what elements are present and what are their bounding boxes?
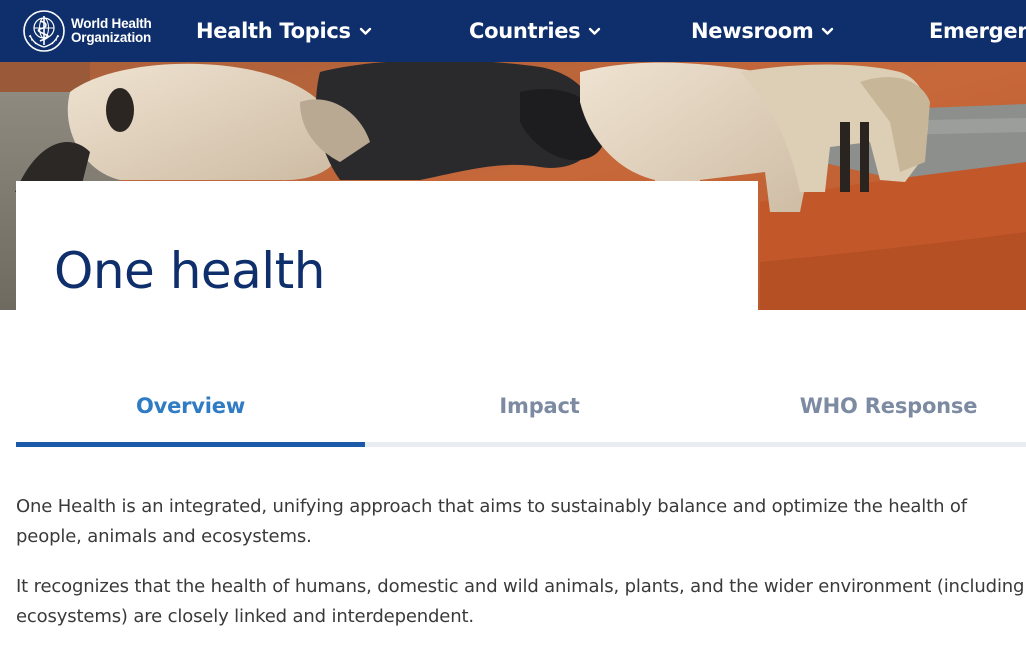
who-emblem-icon bbox=[23, 10, 65, 52]
second-paragraph: It recognizes that the health of humans,… bbox=[16, 576, 1025, 627]
brand-line-1: World Health bbox=[71, 16, 152, 31]
nav-newsroom[interactable]: Newsroom bbox=[691, 0, 834, 62]
tab-overview-label: Overview bbox=[135, 394, 246, 418]
nav-emergencies-label: Emergen bbox=[929, 19, 1026, 43]
who-wordmark: World Health Organization bbox=[71, 17, 152, 45]
tab-impact-label: Impact bbox=[499, 394, 580, 418]
chevron-down-icon bbox=[359, 27, 371, 35]
tab-overview[interactable]: Overview bbox=[16, 370, 365, 442]
page-title-card: One health bbox=[16, 181, 758, 311]
top-navigation-bar: World Health Organization Health Topics … bbox=[0, 0, 1026, 62]
section-tabs: Overview Impact WHO Response bbox=[16, 370, 1026, 448]
overview-content: One Health is an integrated, unifying ap… bbox=[16, 492, 1026, 652]
page-title: One health bbox=[54, 242, 325, 300]
nav-countries-label: Countries bbox=[469, 19, 581, 43]
nav-emergencies[interactable]: Emergen bbox=[929, 0, 1026, 62]
nav-health-topics-label: Health Topics bbox=[196, 19, 351, 43]
nav-countries[interactable]: Countries bbox=[469, 0, 601, 62]
tab-who-response-label: WHO Response bbox=[799, 394, 978, 418]
chevron-down-icon bbox=[822, 27, 834, 35]
nav-health-topics[interactable]: Health Topics bbox=[196, 0, 372, 62]
chevron-down-icon bbox=[589, 27, 601, 35]
intro-paragraph: One Health is an integrated, unifying ap… bbox=[16, 496, 967, 547]
who-logo[interactable]: World Health Organization bbox=[22, 9, 152, 53]
tab-who-response[interactable]: WHO Response bbox=[714, 370, 1026, 442]
nav-newsroom-label: Newsroom bbox=[691, 19, 814, 43]
brand-line-2: Organization bbox=[71, 30, 152, 45]
tab-impact[interactable]: Impact bbox=[365, 370, 714, 442]
active-tab-indicator bbox=[16, 442, 365, 447]
